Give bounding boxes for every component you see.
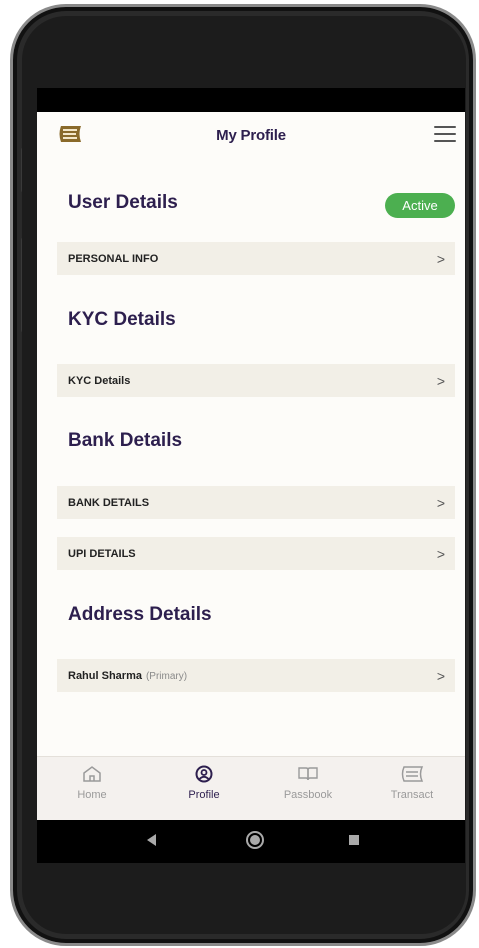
phone-screen: My Profile User Details Active PERSONAL … [37,88,465,863]
nav-transact-label: Transact [390,789,434,801]
bottom-nav: Home Profile Passbook Transact [37,756,465,820]
book-icon [298,767,318,781]
hamburger-menu-icon[interactable] [434,126,456,144]
app-header: My Profile [37,112,465,158]
row-label: Rahul Sharma (Primary) [68,670,187,682]
status-badge: Active [385,193,455,218]
recent-apps-icon[interactable] [349,835,359,845]
kyc-details-row[interactable]: KYC Details > [57,364,455,397]
address-details-heading: Address Details [68,604,212,625]
row-label: PERSONAL INFO [68,253,159,265]
chevron-right-icon: > [436,373,445,389]
transact-icon [401,766,424,782]
nav-transact[interactable]: Transact [367,765,457,801]
upi-details-row[interactable]: UPI DETAILS > [57,537,455,570]
chevron-right-icon: > [436,495,445,511]
bank-details-heading: Bank Details [68,430,183,451]
nav-home[interactable]: Home [47,765,137,801]
address-row[interactable]: Rahul Sharma (Primary) > [57,659,455,692]
home-icon [83,766,101,782]
primary-tag: (Primary) [145,671,188,682]
nav-passbook[interactable]: Passbook [263,765,353,801]
chevron-right-icon: > [436,251,445,267]
user-details-heading: User Details [68,192,178,213]
chevron-right-icon: > [436,668,445,684]
back-icon[interactable] [147,834,156,846]
nav-passbook-label: Passbook [283,789,333,801]
personal-info-row[interactable]: PERSONAL INFO > [57,242,455,275]
nav-home-label: Home [77,789,107,801]
row-label: BANK DETAILS [68,497,150,509]
system-nav-bar [37,820,465,863]
nav-profile[interactable]: Profile [159,765,249,801]
nav-profile-label: Profile [188,789,220,801]
page-title: My Profile [216,127,286,144]
bank-details-row[interactable]: BANK DETAILS > [57,486,455,519]
profile-screen: My Profile User Details Active PERSONAL … [37,112,465,820]
status-bar [37,88,465,112]
row-label: UPI DETAILS [68,548,136,560]
address-name: Rahul Sharma [68,670,142,682]
chevron-right-icon: > [436,546,445,562]
profile-icon [195,765,213,783]
home-button-icon[interactable] [246,831,264,849]
row-label: KYC Details [68,375,131,387]
kyc-details-heading: KYC Details [68,309,176,330]
